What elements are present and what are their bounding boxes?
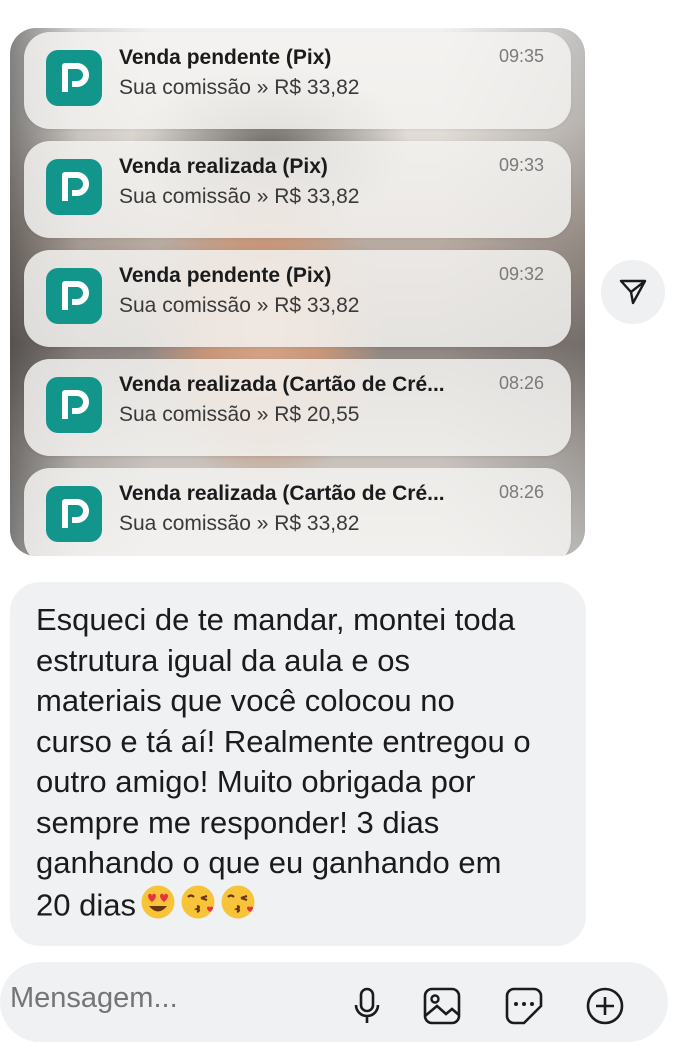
notification-title: Venda realizada (Pix) [119, 155, 328, 178]
heart-eyes-emoji [140, 884, 176, 931]
kiss-emoji [180, 884, 216, 931]
app-logo-icon [46, 268, 102, 324]
notification-time: 08:26 [498, 373, 544, 393]
notification-time: 09:35 [498, 46, 544, 66]
app-logo-icon [46, 377, 102, 433]
notification-card: Venda realizada (Cartão de Cré... Sua co… [24, 468, 571, 556]
notification-body: Sua comissão » R$ 33,82 [119, 512, 360, 535]
kiss-emoji [220, 884, 256, 931]
notification-time: 09:32 [498, 264, 544, 284]
plus-icon[interactable] [583, 984, 627, 1028]
notification-card: Venda pendente (Pix) Sua comissão » R$ 3… [24, 32, 571, 129]
share-button[interactable] [601, 260, 665, 324]
notification-time: 09:33 [498, 155, 544, 175]
gallery-icon[interactable] [420, 984, 464, 1028]
microphone-icon[interactable] [345, 984, 389, 1028]
message-text: Esqueci de te mandar, montei toda estrut… [36, 600, 560, 930]
sticker-icon[interactable] [502, 984, 546, 1028]
notification-time: 08:26 [498, 482, 544, 502]
app-logo-icon [46, 159, 102, 215]
notification-body: Sua comissão » R$ 20,55 [119, 403, 360, 426]
send-icon [619, 279, 647, 305]
notification-card: Venda realizada (Cartão de Cré... Sua co… [24, 359, 571, 456]
notification-title: Venda realizada (Cartão de Cré... [119, 373, 445, 396]
notification-title: Venda realizada (Cartão de Cré... [119, 482, 445, 505]
message-input[interactable] [10, 982, 330, 1015]
notification-title: Venda pendente (Pix) [119, 264, 332, 287]
message-composer [0, 962, 668, 1042]
notification-card: Venda realizada (Pix) Sua comissão » R$ … [24, 141, 571, 238]
message-bubble[interactable]: Esqueci de te mandar, montei toda estrut… [10, 582, 586, 946]
notification-body: Sua comissão » R$ 33,82 [119, 76, 360, 99]
notification-body: Sua comissão » R$ 33,82 [119, 185, 360, 208]
app-logo-icon [46, 50, 102, 106]
shared-image[interactable]: Venda pendente (Pix) Sua comissão » R$ 3… [10, 28, 585, 556]
notification-body: Sua comissão » R$ 33,82 [119, 294, 360, 317]
notification-title: Venda pendente (Pix) [119, 46, 332, 69]
app-logo-icon [46, 486, 102, 542]
notification-card: Venda pendente (Pix) Sua comissão » R$ 3… [24, 250, 571, 347]
